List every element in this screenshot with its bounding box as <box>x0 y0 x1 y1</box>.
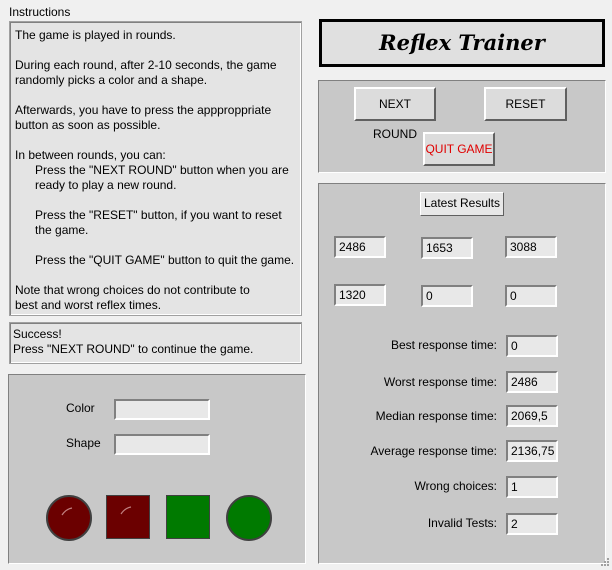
dark-red-circle-button[interactable] <box>46 495 92 541</box>
instruction-line <box>15 193 296 208</box>
instruction-line: the game. <box>15 223 89 237</box>
result-value-3: 3088 <box>505 236 557 258</box>
instruction-line: During each round, after 2-10 seconds, t… <box>15 58 277 72</box>
instruction-line: Press the "RESET" button, if you want to… <box>15 208 282 222</box>
next-round-button[interactable]: NEXT ROUND <box>354 87 436 141</box>
resize-grip-icon <box>601 558 609 566</box>
quit-game-button[interactable]: QUIT GAME <box>423 132 495 166</box>
instruction-line: best and worst reflex times. <box>15 298 162 312</box>
worst-time-value: 2486 <box>506 371 558 393</box>
controls-panel: NEXT ROUND RESET QUIT GAME <box>318 80 606 173</box>
color-label: Color <box>66 401 95 415</box>
instruction-line: The game is played in rounds. <box>15 28 176 42</box>
results-panel: Latest Results 2486 1653 3088 1320 0 0 B… <box>318 183 606 564</box>
instruction-line: In between rounds, you can: <box>15 148 166 162</box>
status-message: Success! Press "NEXT ROUND" to continue … <box>9 322 302 364</box>
instruction-line <box>15 88 296 103</box>
instruction-line: ready to play a new round. <box>15 178 177 192</box>
instruction-line <box>15 238 296 253</box>
instruction-line <box>15 133 296 148</box>
average-time-label: Average response time: <box>370 444 497 458</box>
app-title: Reflex Trainer <box>379 30 545 55</box>
result-value-4: 1320 <box>334 284 386 306</box>
title-frame: Reflex Trainer <box>319 19 605 67</box>
wrong-choices-label: Wrong choices: <box>414 479 497 493</box>
best-time-label: Best response time: <box>390 338 497 352</box>
instruction-line: button as soon as possible. <box>15 118 161 132</box>
instructions-text: The game is played in rounds. During eac… <box>9 21 302 316</box>
invalid-tests-label: Invalid Tests: <box>427 516 497 530</box>
result-value-2: 1653 <box>421 237 473 259</box>
status-line-1: Success! <box>13 327 62 341</box>
instruction-line: Press the "NEXT ROUND" button when you a… <box>15 163 289 177</box>
result-value-5: 0 <box>421 285 473 307</box>
instruction-line <box>15 43 296 58</box>
result-value-1: 2486 <box>334 236 386 258</box>
instruction-line: Note that wrong choices do not contribut… <box>15 283 250 297</box>
instructions-label: Instructions <box>9 5 71 19</box>
median-time-label: Median response time: <box>375 409 497 423</box>
shape-label: Shape <box>66 436 101 450</box>
invalid-tests-value: 2 <box>506 513 558 535</box>
green-circle-button[interactable] <box>226 495 272 541</box>
average-time-value: 2136,75 <box>506 440 558 462</box>
instruction-line: randomly picks a color and a shape. <box>15 73 208 87</box>
shine-icon <box>61 507 73 516</box>
shine-icon <box>120 506 132 515</box>
game-panel: Color Shape <box>8 374 306 564</box>
best-time-value: 0 <box>506 335 558 357</box>
latest-results-header: Latest Results <box>420 192 504 216</box>
wrong-choices-value: 1 <box>506 476 558 498</box>
reset-button[interactable]: RESET <box>484 87 567 121</box>
instruction-line: Press the "QUIT GAME" button to quit the… <box>15 253 295 267</box>
result-value-6: 0 <box>505 285 557 307</box>
instruction-line <box>15 268 296 283</box>
dark-red-square-button[interactable] <box>106 495 150 539</box>
status-line-2: Press "NEXT ROUND" to continue the game. <box>13 342 254 356</box>
green-square-button[interactable] <box>166 495 210 539</box>
median-time-value: 2069,5 <box>506 405 558 427</box>
instruction-line: Afterwards, you have to press the apppro… <box>15 103 272 117</box>
resize-grip[interactable] <box>598 555 610 567</box>
worst-time-label: Worst response time: <box>383 375 497 389</box>
color-field <box>114 399 210 420</box>
shape-field <box>114 434 210 455</box>
